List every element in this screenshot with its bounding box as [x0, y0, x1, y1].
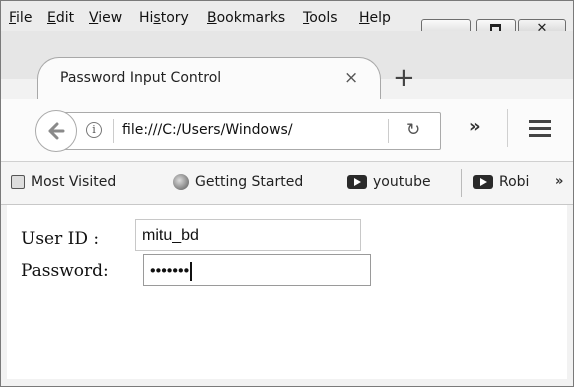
reload-icon[interactable]: ↻ — [406, 120, 420, 140]
toolbar-separator — [507, 109, 508, 147]
menu-help[interactable]: Help — [359, 10, 391, 26]
tab-title: Password Input Control — [60, 70, 222, 86]
bookmark-getting-started[interactable]: Getting Started — [173, 174, 303, 190]
text-caret — [190, 262, 193, 281]
back-arrow-icon — [48, 122, 65, 140]
tab-close-icon[interactable]: × — [344, 68, 358, 88]
url-separator-2 — [388, 119, 389, 143]
youtube-icon — [473, 175, 493, 189]
menu-view[interactable]: View — [89, 10, 122, 26]
menu-bookmarks[interactable]: Bookmarks — [207, 10, 285, 26]
bookmark-youtube[interactable]: youtube — [347, 174, 431, 190]
menu-tools[interactable]: Tools — [303, 10, 338, 26]
userid-label: User ID : — [21, 229, 100, 249]
url-separator — [113, 119, 114, 143]
bookmark-separator — [461, 169, 462, 197]
menu-file[interactable]: File — [9, 10, 32, 26]
toolbar-overflow-icon[interactable]: » — [469, 116, 481, 137]
userid-input[interactable]: mitu_bd — [135, 219, 361, 251]
most-visited-icon — [11, 175, 25, 189]
userid-value: mitu_bd — [142, 227, 199, 244]
menu-history[interactable]: History — [139, 10, 189, 26]
info-icon[interactable]: i — [86, 122, 102, 138]
url-bar[interactable]: i file:///C:/Users/Windows/ ↻ — [55, 112, 441, 150]
navigation-toolbar: i file:///C:/Users/Windows/ ↻ » — [1, 99, 573, 162]
bookmarks-overflow-icon[interactable]: » — [555, 174, 563, 189]
bookmarks-toolbar: Most Visited Getting Started youtube Rob… — [1, 162, 573, 205]
menu-edit[interactable]: Edit — [47, 10, 74, 26]
page-content: User ID : mitu_bd Password: ••••••• — [7, 205, 567, 379]
back-button[interactable] — [35, 110, 77, 152]
bookmark-robi[interactable]: Robi — [473, 174, 529, 190]
bookmark-most-visited[interactable]: Most Visited — [11, 174, 116, 190]
password-input[interactable]: ••••••• — [143, 254, 371, 286]
url-text[interactable]: file:///C:/Users/Windows/ — [122, 122, 293, 138]
firefox-icon — [173, 174, 189, 190]
new-tab-button[interactable]: + — [393, 65, 415, 91]
youtube-icon — [347, 175, 367, 189]
tab-strip: Password Input Control × + — [1, 31, 573, 101]
password-label: Password: — [21, 261, 109, 281]
tab-password-input-control[interactable]: Password Input Control × — [37, 57, 381, 101]
hamburger-menu-icon[interactable] — [529, 120, 551, 141]
browser-window: File Edit View History Bookmarks Tools H… — [0, 0, 574, 387]
password-masked-value: ••••••• — [150, 262, 190, 280]
